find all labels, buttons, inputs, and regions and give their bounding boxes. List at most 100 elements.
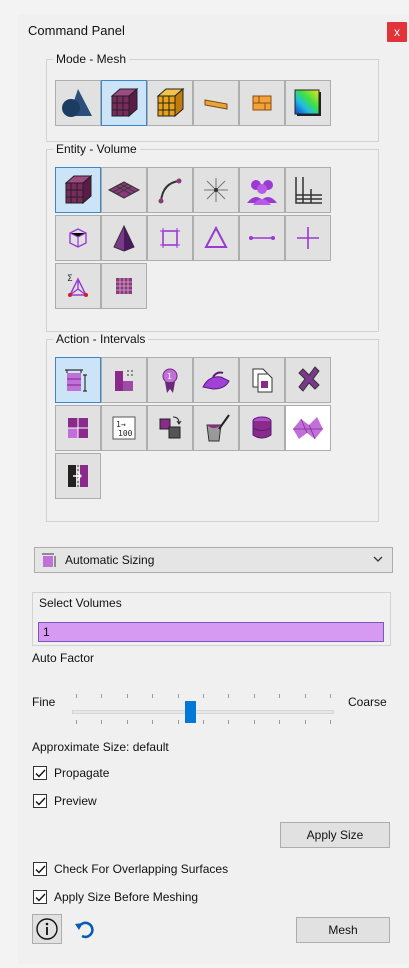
grid-button[interactable] — [285, 167, 331, 213]
vertex-button[interactable] — [193, 167, 239, 213]
slider-tick — [152, 694, 153, 698]
approximate-size-label: Approximate Size: — [32, 740, 130, 754]
intervals-icon — [65, 369, 87, 392]
quad-entity-button[interactable] — [147, 215, 193, 261]
auto-factor-slider[interactable] — [72, 710, 334, 714]
slider-tick — [178, 694, 179, 698]
tet-entity-button[interactable] — [101, 215, 147, 261]
geometry-mode-button[interactable] — [55, 80, 101, 126]
boundary-mesh-button[interactable] — [147, 80, 193, 126]
slider-tick — [76, 694, 77, 698]
slider-tick — [305, 694, 306, 698]
window-title: Command Panel — [28, 22, 125, 38]
swap-button[interactable] — [147, 405, 193, 451]
slider-fine-label: Fine — [32, 695, 56, 709]
mesh-grid-button[interactable] — [101, 263, 147, 309]
tri-entity-icon — [204, 225, 228, 248]
renumber-button[interactable]: 1→ 100 — [101, 405, 147, 451]
checkmark-icon — [35, 797, 46, 806]
split-button[interactable] — [55, 453, 101, 499]
chevron-down-icon — [373, 556, 383, 562]
refine-button[interactable] — [55, 405, 101, 451]
apply-before-meshing-checkbox[interactable] — [33, 890, 47, 904]
geometry-mode-icon — [62, 89, 92, 117]
svg-text:1→: 1→ — [116, 420, 126, 429]
scheme-icon: 1 — [162, 368, 178, 393]
scheme-button[interactable]: 1 — [147, 357, 193, 403]
curve-button[interactable] — [147, 167, 193, 213]
morph-button[interactable] — [285, 405, 331, 451]
overlap-label: Check For Overlapping Surfaces — [54, 862, 229, 876]
title-bar: Command Panel x — [18, 14, 409, 46]
edge-entity-button[interactable] — [239, 215, 285, 261]
node-entity-icon — [297, 227, 319, 249]
close-button[interactable]: x — [387, 22, 407, 42]
slider-tick — [203, 694, 204, 698]
volume-button[interactable] — [55, 167, 101, 213]
command-panel: Command Panel x Mode - Mesh Entity - Vol… — [18, 14, 409, 964]
quad-entity-icon — [160, 228, 180, 248]
slider-tick — [228, 720, 229, 724]
tri-entity-button[interactable] — [193, 215, 239, 261]
mesh-mode-button[interactable] — [101, 80, 147, 126]
entity-group-legend: Entity - Volume — [56, 142, 137, 156]
volume-icon — [64, 174, 93, 205]
approximate-size-value: default — [132, 740, 169, 754]
smooth-icon — [202, 371, 230, 390]
group-button[interactable] — [239, 167, 285, 213]
edge-entity-icon — [249, 236, 275, 240]
sizing-dropdown[interactable]: Automatic Sizing — [34, 547, 393, 573]
surface-button[interactable] — [101, 167, 147, 213]
slider-tick — [254, 694, 255, 698]
slider-thumb[interactable] — [185, 701, 196, 723]
preview-label: Preview — [54, 794, 97, 808]
reset-button[interactable] — [70, 914, 100, 944]
apply-size-button[interactable]: Apply Size — [280, 822, 390, 848]
slider-tick — [228, 694, 229, 698]
delete-mesh-icon — [298, 366, 320, 392]
select-volumes-input[interactable]: 1 — [38, 622, 384, 642]
boundary-mesh-icon — [156, 87, 185, 118]
mesh-button[interactable]: Mesh — [296, 917, 390, 943]
split-icon — [68, 465, 88, 487]
slider-tick — [203, 720, 204, 724]
checkmark-icon — [35, 893, 46, 902]
undo-icon — [75, 921, 94, 939]
slider-tick — [101, 694, 102, 698]
auto-factor-label: Auto Factor — [32, 651, 95, 665]
sizes-button[interactable] — [101, 357, 147, 403]
paint-button[interactable] — [193, 405, 239, 451]
info-button[interactable] — [32, 914, 62, 944]
checkmark-icon — [35, 769, 46, 778]
refine-icon — [68, 418, 88, 438]
smooth-button[interactable] — [193, 357, 239, 403]
select-volumes-label: Select Volumes — [39, 596, 122, 610]
propagate-checkbox[interactable] — [33, 766, 47, 780]
hex-entity-button[interactable] — [55, 215, 101, 261]
node-entity-button[interactable] — [285, 215, 331, 261]
copy-mesh-button[interactable] — [239, 357, 285, 403]
slider-coarse-label: Coarse — [348, 695, 387, 709]
slider-tick — [152, 720, 153, 724]
intervals-button[interactable] — [55, 357, 101, 403]
paint-icon — [206, 414, 230, 442]
group-icon — [247, 180, 277, 205]
hex-entity-icon — [69, 228, 87, 248]
material-mode-button[interactable] — [193, 80, 239, 126]
database-button[interactable] — [239, 405, 285, 451]
intervals-icon — [42, 553, 56, 567]
preview-checkbox[interactable] — [33, 794, 47, 808]
renumber-icon: 1→ 100 — [112, 416, 136, 440]
mesh-grid-icon — [116, 278, 132, 294]
sideset-button[interactable]: Σ — [55, 263, 101, 309]
svg-text:Σ: Σ — [67, 274, 73, 284]
checkmark-icon — [35, 865, 46, 874]
action-group-legend: Action - Intervals — [56, 332, 146, 346]
overlap-checkbox[interactable] — [33, 862, 47, 876]
vertex-icon — [204, 178, 228, 202]
slider-tick — [127, 694, 128, 698]
block-mode-button[interactable] — [239, 80, 285, 126]
analysis-mode-button[interactable] — [285, 80, 331, 126]
approximate-size-row: Approximate Size: default — [32, 740, 169, 754]
delete-mesh-button[interactable] — [285, 357, 331, 403]
